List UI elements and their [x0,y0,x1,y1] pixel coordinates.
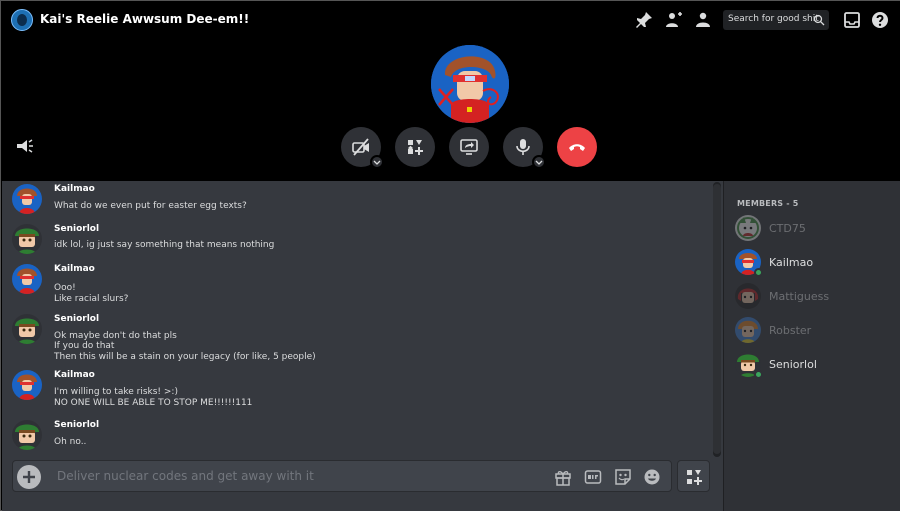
member-name: Mattiguess [769,290,830,303]
avatar [735,283,761,309]
message-author[interactable]: Kailmao [54,264,95,274]
plus-icon [23,471,35,483]
message-text: Ok maybe don't do that pls [54,331,177,341]
search-input[interactable]: Search for good shit [723,10,829,30]
member-item[interactable]: Robster [735,317,895,345]
sticker-icon[interactable] [614,468,632,486]
screen-share-button[interactable] [449,127,489,167]
message-text: NO ONE WILL BE ABLE TO STOP ME!!!!!!111 [54,398,253,408]
gift-icon[interactable] [554,468,572,486]
microphone-icon [516,139,530,155]
member-name: CTD75 [769,222,806,235]
avatar[interactable] [12,264,42,294]
microphone-button[interactable] [503,127,546,169]
online-status-dot [754,268,763,277]
activity-icon [408,140,423,155]
member-name: Seniorlol [769,358,817,371]
voice-call-area: Kai's Reelie Awwsum Dee-em!! Search for … [1,1,900,181]
chevron-down-icon[interactable] [370,155,384,169]
message-input[interactable]: Deliver nuclear codes and get away with … [12,460,672,492]
message-text: Oh no.. [54,437,87,447]
message-author[interactable]: Seniorlol [54,420,99,430]
apps-button[interactable] [677,460,710,492]
pin-icon[interactable] [634,10,654,30]
avatar [735,317,761,343]
emoji-icon[interactable] [643,468,661,486]
avatar[interactable] [12,224,42,254]
message-text: What do we even put for easter egg texts… [54,201,247,211]
message-text: idk lol, ig just say something that mean… [54,240,275,250]
search-icon [813,14,825,26]
message-author[interactable]: Seniorlol [54,314,99,324]
popout-icon[interactable] [14,136,34,156]
avatar[interactable] [12,314,42,344]
message-author[interactable]: Kailmao [54,184,95,194]
avatar[interactable] [12,420,42,450]
hang-up-icon [569,144,585,151]
member-name: Robster [769,324,812,337]
server-icon[interactable] [11,9,33,31]
camera-off-icon [352,138,369,156]
help-icon[interactable] [870,10,890,30]
attach-button[interactable] [17,465,41,489]
member-name: Kailmao [769,256,814,269]
member-list-icon[interactable] [693,10,713,30]
activity-button[interactable] [395,127,435,167]
call-participant-avatar [431,45,509,123]
member-item[interactable]: Kailmao [735,249,895,277]
activity-icon [687,470,702,485]
inbox-icon[interactable] [842,10,862,30]
message-text: Like racial slurs? [54,294,129,304]
scrollbar-thumb[interactable] [713,184,721,454]
chevron-down-icon[interactable] [532,155,546,169]
member-list-heading: MEMBERS - 5 [737,199,799,208]
gif-icon[interactable] [584,468,602,486]
member-list-panel: MEMBERS - 5 CTD75 Kailmao Mattiguess Rob… [723,181,900,511]
message-text: If you do that [54,341,115,351]
camera-toggle-button[interactable] [341,127,384,169]
online-status-dot [754,370,763,379]
message-author[interactable]: Seniorlol [54,224,99,234]
message-text: Then this will be a stain on your legacy… [54,352,316,362]
app-window: Kai's Reelie Awwsum Dee-em!! Search for … [0,0,900,511]
top-bar: Kai's Reelie Awwsum Dee-em!! Search for … [1,1,900,37]
disconnect-button[interactable] [557,127,597,167]
avatar[interactable] [12,370,42,400]
chat-scrollbar[interactable] [713,182,721,457]
server-title: Kai's Reelie Awwsum Dee-em!! [40,12,250,26]
screen-share-icon [460,139,478,155]
message-text: Ooo! [54,283,76,293]
message-placeholder: Deliver nuclear codes and get away with … [57,469,314,483]
member-item[interactable]: Mattiguess [735,283,895,311]
message-author[interactable]: Kailmao [54,370,95,380]
message-text: I'm willing to take risks! >:) [54,387,178,397]
member-item[interactable]: CTD75 [735,215,895,243]
member-item[interactable]: Seniorlol [735,351,895,379]
avatar [735,215,761,241]
add-friend-icon[interactable] [663,10,683,30]
avatar[interactable] [12,184,42,214]
